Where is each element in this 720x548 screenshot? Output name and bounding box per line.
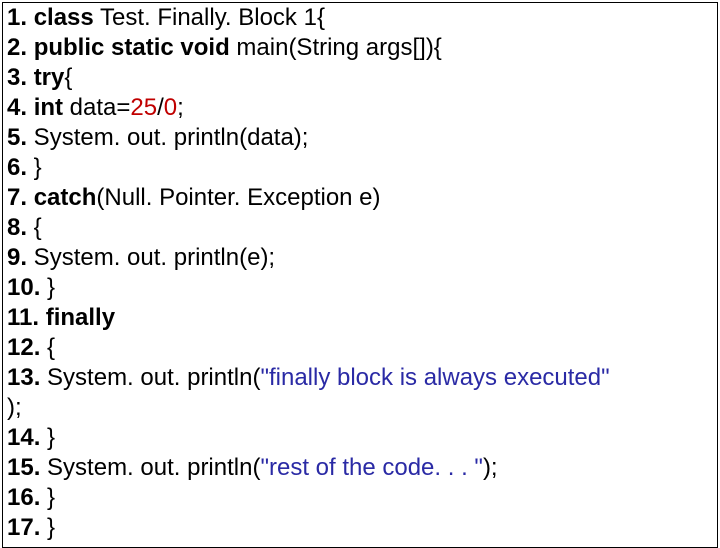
line-number: 17.	[7, 514, 40, 541]
code-text: {	[64, 64, 72, 91]
code-text: }	[40, 424, 55, 451]
line-number: 16.	[7, 484, 40, 511]
code-text: data=	[63, 94, 130, 121]
code-line: );	[7, 393, 713, 423]
code-line: 1. class Test. Finally. Block 1{	[7, 3, 713, 33]
code-line: 12. {	[7, 333, 713, 363]
keyword: void	[180, 34, 229, 61]
code-line: 16. }	[7, 483, 713, 513]
code-line: 8. {	[7, 213, 713, 243]
line-number: 6.	[7, 154, 27, 181]
string-literal: "finally block is always executed"	[260, 364, 609, 391]
string-literal: "rest of the code. . . "	[260, 454, 482, 481]
line-number: 10.	[7, 274, 40, 301]
code-text: (Null. Pointer. Exception e)	[96, 184, 380, 211]
code-text: Test. Finally. Block 1{	[94, 4, 325, 31]
line-number: 9.	[7, 244, 27, 271]
code-text: }	[27, 154, 42, 181]
code-line: 14. }	[7, 423, 713, 453]
keyword: class	[34, 4, 94, 31]
line-number: 2.	[7, 34, 27, 61]
code-text: System. out. println(	[40, 364, 260, 391]
keyword: try	[34, 64, 65, 91]
code-text: }	[40, 484, 55, 511]
line-number: 3.	[7, 64, 27, 91]
line-number: 1.	[7, 4, 27, 31]
number-literal: 0	[164, 94, 177, 121]
code-line: 3. try{	[7, 63, 713, 93]
line-number: 13.	[7, 364, 40, 391]
code-text: }	[40, 274, 55, 301]
keyword: catch	[34, 184, 97, 211]
code-line: 13. System. out. println("finally block …	[7, 363, 713, 393]
keyword: static	[111, 34, 174, 61]
keyword: finally	[46, 304, 115, 331]
code-text: {	[40, 334, 55, 361]
code-block: 1. class Test. Finally. Block 1{ 2. publ…	[2, 2, 718, 548]
line-number: 7.	[7, 184, 27, 211]
code-line: 15. System. out. println("rest of the co…	[7, 453, 713, 483]
code-text: System. out. println(data);	[27, 124, 308, 151]
code-line: 2. public static void main(String args[]…	[7, 33, 713, 63]
line-number: 4.	[7, 94, 27, 121]
line-number: 8.	[7, 214, 27, 241]
code-text: {	[27, 214, 42, 241]
line-number: 5.	[7, 124, 27, 151]
code-text: );	[7, 394, 22, 421]
line-number: 12.	[7, 334, 40, 361]
code-text: }	[40, 514, 55, 541]
line-number: 15.	[7, 454, 40, 481]
code-text: System. out. println(	[40, 454, 260, 481]
code-line: 17. }	[7, 513, 713, 543]
code-line: 7. catch(Null. Pointer. Exception e)	[7, 183, 713, 213]
keyword: int	[34, 94, 63, 121]
code-line: 11. finally	[7, 303, 713, 333]
code-line: 6. }	[7, 153, 713, 183]
keyword: public	[34, 34, 105, 61]
number-literal: 25	[130, 94, 157, 121]
code-text: ;	[177, 94, 184, 121]
code-line: 10. }	[7, 273, 713, 303]
line-number: 14.	[7, 424, 40, 451]
code-text: main(String args[]){	[230, 34, 442, 61]
code-line: 9. System. out. println(e);	[7, 243, 713, 273]
code-line: 4. int data=25/0;	[7, 93, 713, 123]
line-number: 11.	[7, 304, 39, 331]
code-line: 5. System. out. println(data);	[7, 123, 713, 153]
code-text: );	[483, 454, 498, 481]
code-text: System. out. println(e);	[27, 244, 275, 271]
code-text: /	[157, 94, 164, 121]
